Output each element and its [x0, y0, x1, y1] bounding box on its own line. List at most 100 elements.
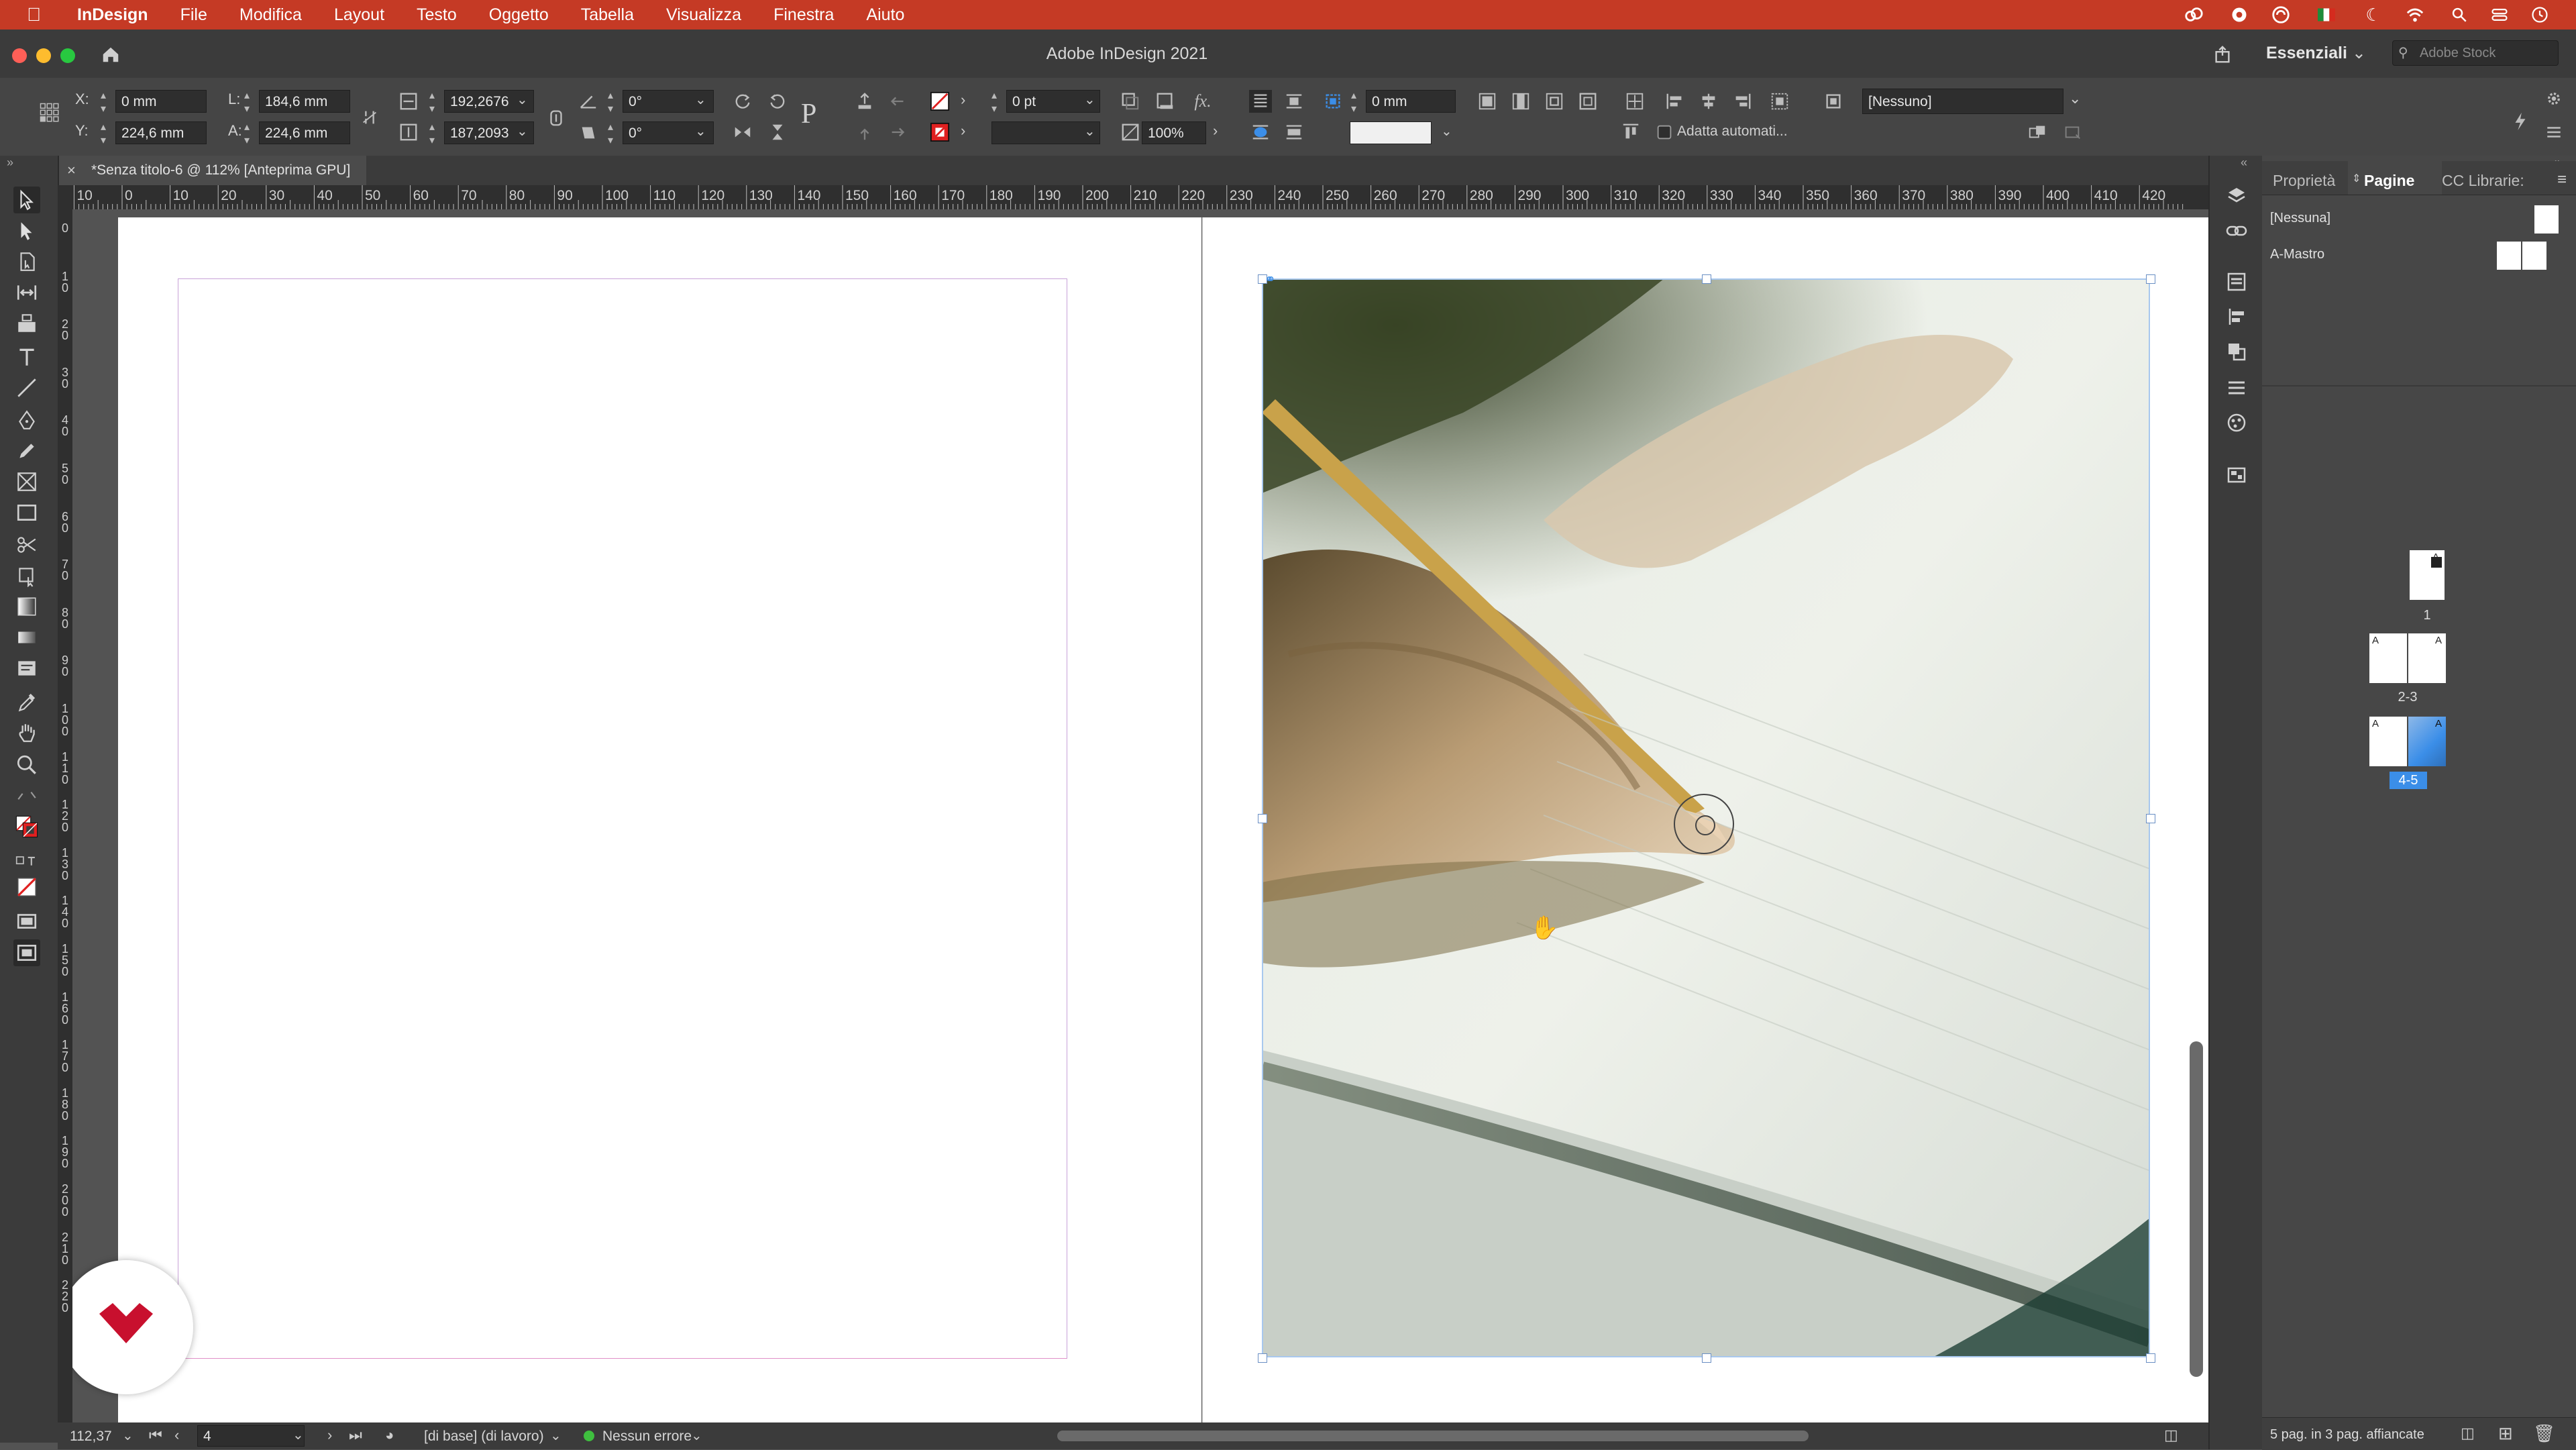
scale-y-stepper-icon[interactable]: ▴ ▾	[429, 120, 435, 147]
resize-handle-left[interactable]	[1258, 814, 1267, 823]
line-tool-icon[interactable]	[13, 374, 40, 401]
next-page-icon[interactable]: ›	[327, 1427, 332, 1444]
clock-icon[interactable]	[2529, 4, 2551, 25]
frame-fitting-icon[interactable]	[1322, 90, 1344, 113]
resize-handle-bottom[interactable]	[1702, 1353, 1711, 1363]
control-center-icon[interactable]	[2489, 4, 2510, 25]
fit-content-proportionally-icon[interactable]	[1476, 90, 1499, 113]
ruler-origin[interactable]	[58, 185, 72, 209]
menu-aiuto[interactable]: Aiuto	[866, 5, 904, 25]
gap-tool-icon[interactable]	[13, 279, 40, 306]
new-page-icon[interactable]: ⊞	[2498, 1423, 2513, 1444]
chevron-down-icon[interactable]: ⌄	[517, 91, 528, 108]
fit-content-to-frame-icon[interactable]	[1543, 90, 1566, 113]
search-icon[interactable]	[2449, 4, 2470, 25]
chevron-down-icon[interactable]: ⌄	[695, 91, 706, 108]
y-stepper-icon[interactable]: ▴ ▾	[101, 120, 106, 147]
color-theme-panel-icon[interactable]	[2223, 409, 2250, 436]
master-none-thumbnail[interactable]	[2534, 205, 2559, 234]
gradient-feather-tool-icon[interactable]	[13, 624, 40, 651]
scissors-tool-icon[interactable]	[13, 531, 40, 558]
width-stepper-icon[interactable]: ▴ ▾	[244, 89, 250, 115]
constrain-proportions-icon[interactable]	[358, 106, 381, 129]
fit-frame-to-content-icon[interactable]	[1576, 90, 1599, 113]
note-tool-icon[interactable]	[13, 655, 40, 682]
opacity-field[interactable]: 100%	[1142, 121, 1206, 144]
close-tab-icon[interactable]: ×	[67, 156, 76, 185]
page-5-thumbnail[interactable]: A	[2408, 717, 2446, 766]
chevron-down-icon[interactable]: ⌄	[1441, 123, 1452, 140]
vertical-scrollbar-thumb[interactable]	[2190, 1041, 2203, 1377]
scale-x-stepper-icon[interactable]: ▴ ▾	[429, 89, 435, 115]
stroke-style-dropdown[interactable]	[1350, 121, 1432, 144]
adobe-updates-icon[interactable]	[2229, 4, 2250, 25]
rectangle-frame-tool-icon[interactable]	[13, 468, 40, 495]
collapse-dock-icon[interactable]: «	[2241, 156, 2247, 170]
text-wrap-shape-icon[interactable]	[1249, 121, 1272, 144]
flip-vertical-icon[interactable]	[766, 121, 789, 144]
chevron-down-icon[interactable]: ⌄	[292, 1427, 304, 1443]
pathfinder-panel-icon[interactable]	[2223, 338, 2250, 365]
master-row-a[interactable]: A-Mastro	[2262, 239, 2576, 270]
chevron-right-icon[interactable]: ›	[961, 91, 965, 109]
edit-page-size-icon[interactable]: ◫	[2461, 1425, 2475, 1442]
apply-none-icon[interactable]	[13, 874, 40, 900]
view-mode-icon[interactable]	[13, 939, 40, 966]
direct-selection-tool-icon[interactable]	[13, 217, 40, 244]
page-number-field[interactable]: 4	[197, 1425, 305, 1447]
wifi-icon[interactable]	[2404, 4, 2426, 25]
chevron-down-icon[interactable]: ⌄	[1084, 123, 1095, 140]
first-page-icon[interactable]: ⏮	[149, 1427, 162, 1444]
text-wrap-none-icon[interactable]	[1249, 90, 1272, 113]
y-position-field[interactable]: 224,6 mm	[115, 121, 207, 144]
master-row-none[interactable]: [Nessuna]	[2262, 203, 2576, 234]
effects-fx-icon[interactable]: fx.	[1191, 90, 1214, 113]
workspace-switcher[interactable]: Essenziali	[2266, 44, 2347, 63]
menu-visualizza[interactable]: Visualizza	[666, 5, 741, 25]
text-wrap-jump-icon[interactable]	[1283, 121, 1305, 144]
offset-field[interactable]: 0 mm	[1366, 90, 1456, 113]
height-field[interactable]: 224,6 mm	[259, 121, 350, 144]
x-stepper-icon[interactable]: ▴ ▾	[101, 89, 106, 115]
distribute-spacing-icon[interactable]	[1768, 90, 1791, 113]
pen-tool-icon[interactable]	[13, 407, 40, 433]
shear-stepper-icon[interactable]: ▴ ▾	[608, 120, 613, 147]
tab-cc-librarie[interactable]: CC Librarie:	[2442, 172, 2524, 190]
align-right-icon[interactable]	[1731, 90, 1754, 113]
adobe-stock-search[interactable]: ⚲ Adobe Stock	[2392, 40, 2559, 66]
width-field[interactable]: 184,6 mm	[259, 90, 350, 113]
gradient-swatch-tool-icon[interactable]	[13, 593, 40, 620]
menu-layout[interactable]: Layout	[334, 5, 384, 25]
reference-point-icon[interactable]	[32, 95, 67, 130]
x-position-field[interactable]: 0 mm	[115, 90, 207, 113]
layers-panel-icon[interactable]	[2223, 183, 2250, 209]
panel-settings-icon[interactable]	[2545, 87, 2563, 110]
chevron-down-icon[interactable]: ⌄	[550, 1427, 561, 1444]
quick-actions-icon[interactable]	[2509, 110, 2532, 133]
chevron-down-icon[interactable]: ⌄	[1084, 91, 1095, 108]
constrain-scale-icon[interactable]	[545, 106, 568, 129]
menu-modifica[interactable]: Modifica	[239, 5, 302, 25]
auto-fit-label[interactable]: Adatta automati...	[1677, 123, 1788, 140]
stroke-panel-icon[interactable]	[2223, 268, 2250, 295]
select-previous-object-icon[interactable]	[887, 90, 910, 113]
vertical-ruler[interactable]: 0 1 0 2 0 3 0 4 0 5 0 6 0 7 0 8 0 9 0 1 0 0 1 1 0 1 …	[58, 209, 73, 1422]
select-container-icon[interactable]	[853, 90, 876, 113]
stroke-swatch-icon[interactable]	[928, 121, 951, 144]
tab-pagine[interactable]: Pagine	[2364, 172, 2414, 190]
menu-app-name[interactable]: InDesign	[77, 5, 148, 25]
cc-libraries-panel-icon[interactable]	[2223, 462, 2250, 488]
chevron-right-icon[interactable]: ›	[961, 122, 965, 140]
document-canvas[interactable]: ✋ ⚭	[72, 209, 2208, 1422]
share-icon[interactable]	[2211, 43, 2234, 66]
master-a-right-thumbnail[interactable]	[2522, 242, 2546, 270]
page-tool-icon[interactable]	[13, 248, 40, 275]
home-icon[interactable]	[99, 43, 122, 66]
flip-horizontal-icon[interactable]	[731, 121, 754, 144]
horizontal-scrollbar-thumb[interactable]	[1057, 1431, 1809, 1441]
eyedropper-tool-icon[interactable]	[13, 688, 40, 715]
align-horizontal-center-icon[interactable]	[1697, 90, 1720, 113]
object-style-dropdown[interactable]: [Nessuno]	[1862, 89, 2063, 114]
select-content-icon[interactable]	[853, 121, 876, 144]
left-page[interactable]	[118, 217, 1201, 1422]
